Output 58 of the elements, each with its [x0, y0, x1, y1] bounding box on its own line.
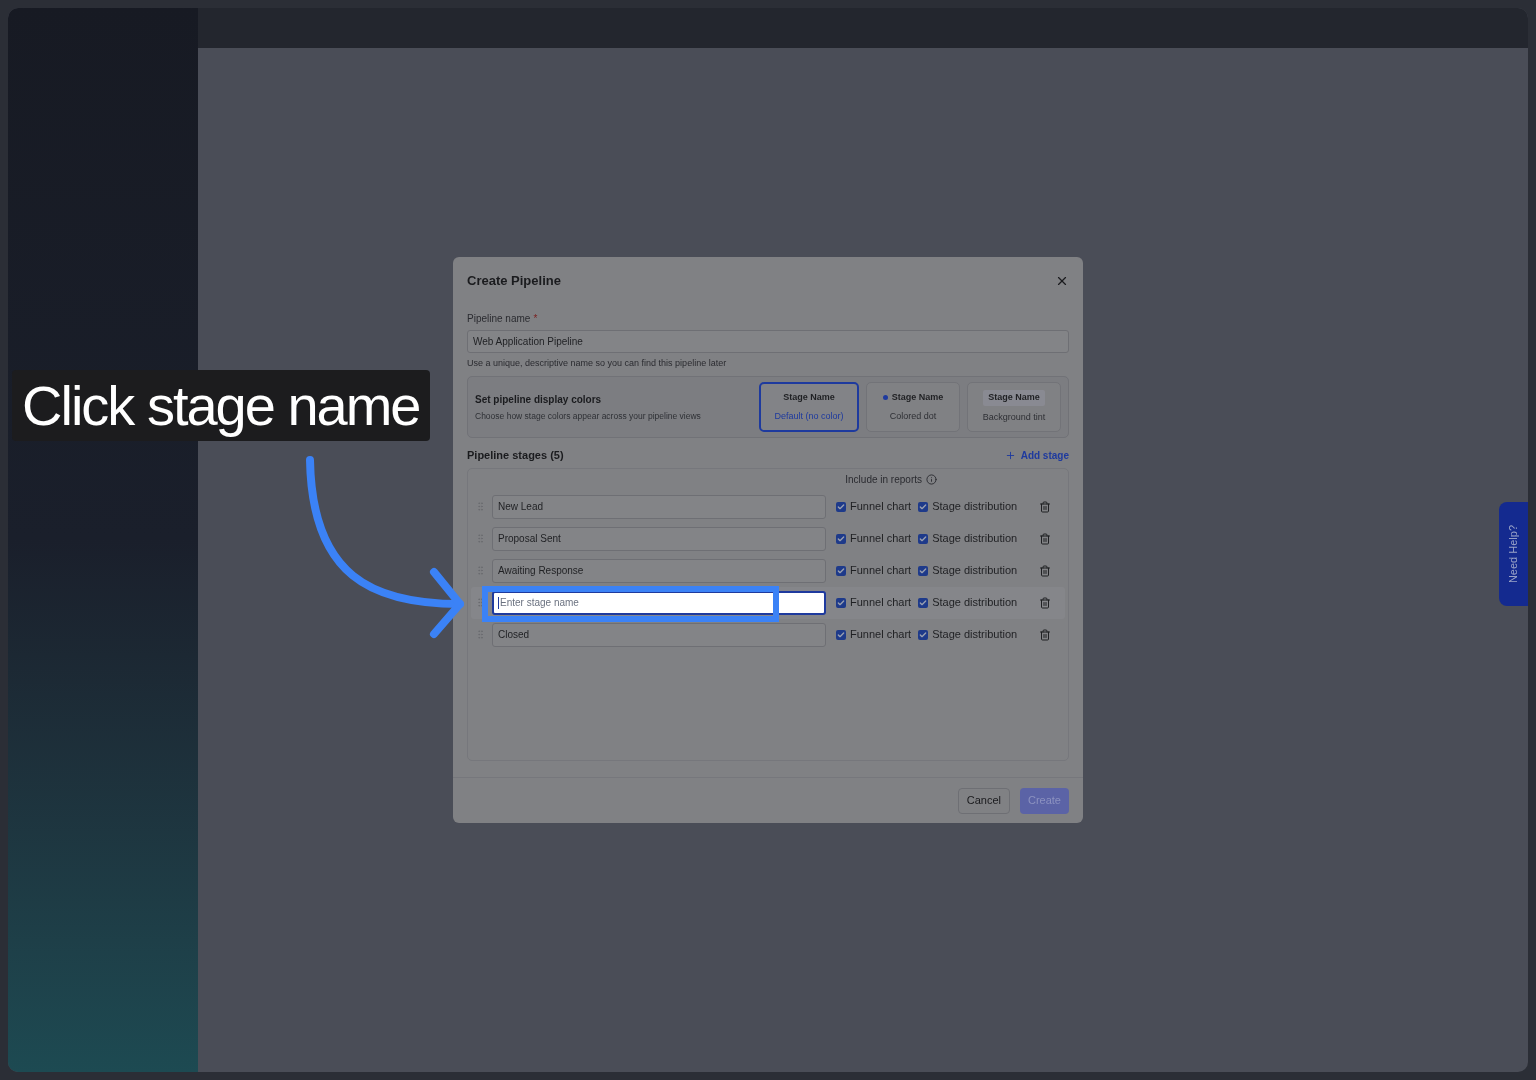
report-checkbox[interactable]: [918, 629, 929, 640]
delete-icon[interactable]: [1039, 596, 1052, 609]
check-icon: [919, 502, 928, 511]
info-icon: [926, 474, 937, 485]
section-title: Pipeline stages (5): [467, 448, 564, 463]
stage-name-field[interactable]: Awaiting Response: [492, 558, 826, 583]
check-icon: [837, 566, 845, 575]
cancel-button[interactable]: Cancel: [957, 787, 1010, 814]
check-icon: [837, 630, 845, 639]
field-hint: Use a unique, descriptive name so you can find this pipeline later: [467, 356, 728, 370]
plus-icon: [1004, 449, 1016, 461]
checkbox-label: Funnel chart: [850, 499, 912, 515]
pipeline-name-field[interactable]: Web Application Pipeline: [467, 329, 1069, 353]
stage-name-field[interactable]: New Lead: [492, 494, 826, 519]
report-checkbox[interactable]: [836, 565, 846, 576]
report-checkbox[interactable]: [918, 565, 929, 576]
checkbox-label: Stage distribution: [932, 531, 1018, 547]
tutorial-callout: Click stage name: [12, 370, 430, 442]
report-checkbox[interactable]: [836, 533, 846, 544]
add-stage-link[interactable]: Add stage: [1004, 447, 1069, 463]
stage-name-field[interactable]: Closed: [492, 622, 826, 647]
report-checkbox[interactable]: [918, 533, 929, 544]
check-icon: [837, 598, 845, 607]
check-icon: [919, 630, 928, 639]
checkbox-label: Stage distribution: [932, 563, 1018, 579]
report-checkbox[interactable]: [836, 629, 846, 640]
panel-description: Choose how stage colors appear across your pipeline views: [475, 409, 702, 423]
field-label: Pipeline name *: [467, 311, 539, 326]
color-style-option[interactable]: Stage Name Colored dot: [866, 382, 960, 432]
checkbox-label: Funnel chart: [850, 531, 912, 547]
checkbox-label: Stage distribution: [932, 627, 1018, 643]
report-checkbox[interactable]: [918, 501, 929, 512]
check-icon: [919, 566, 928, 575]
checkbox-label: Funnel chart: [850, 595, 912, 611]
report-checkbox[interactable]: [918, 597, 929, 608]
required-mark: *: [533, 312, 538, 324]
delete-icon[interactable]: [1039, 532, 1052, 545]
stage-name-field[interactable]: Proposal Sent: [492, 526, 826, 551]
delete-icon[interactable]: [1039, 564, 1052, 577]
checkbox-label: Funnel chart: [850, 627, 912, 643]
report-checkbox[interactable]: [836, 597, 846, 608]
checkbox-label: Funnel chart: [850, 563, 912, 579]
check-icon: [837, 502, 845, 511]
report-checkbox[interactable]: [836, 501, 846, 512]
dialog-title: Create Pipeline: [467, 272, 561, 290]
check-icon: [919, 598, 928, 607]
color-style-option[interactable]: Stage Name Default (no color): [759, 382, 859, 432]
panel-title: Set pipeline display colors: [475, 392, 603, 407]
stage-name-field[interactable]: Enter stage name: [492, 590, 826, 615]
check-icon: [837, 534, 845, 543]
checkbox-label: Stage distribution: [932, 595, 1018, 611]
checkbox-label: Stage distribution: [932, 499, 1018, 515]
check-icon: [919, 534, 928, 543]
delete-icon[interactable]: [1039, 628, 1052, 641]
color-style-option[interactable]: Stage Name Background tint: [967, 382, 1061, 432]
need-help-tab[interactable]: Need Help?: [1499, 502, 1528, 606]
delete-icon[interactable]: [1039, 500, 1052, 513]
column-header: Include in reports: [845, 472, 937, 487]
